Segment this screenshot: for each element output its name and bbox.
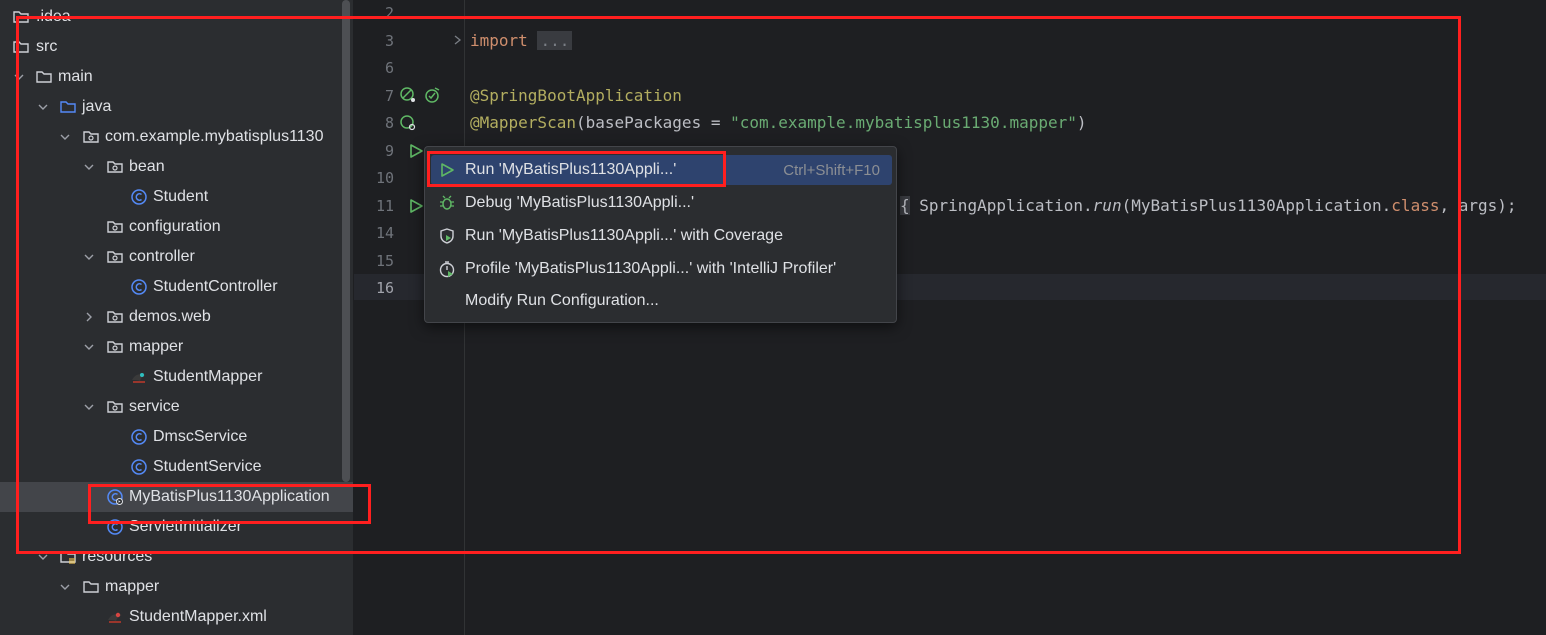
chevron-down-icon[interactable] [36,100,50,114]
folder-icon [12,38,30,56]
tree-item-root-package[interactable]: com.example.mybatisplus1130 [0,122,342,152]
tree-item-dmsc-service[interactable]: DmscService [0,422,342,452]
folder-icon [12,8,30,26]
code-line-11[interactable]: { SpringApplication.run(MyBatisPlus1130A… [900,196,1517,215]
tree-item-controller[interactable]: controller [0,242,342,272]
mybatis-xml-icon [106,608,124,626]
code-line-3[interactable]: import ... [470,31,573,50]
mybatis-mapper-icon [130,368,148,386]
chevron-down-icon[interactable] [82,250,96,264]
mapper-scan-icon[interactable] [398,113,418,133]
spring-config-icon[interactable] [422,85,442,105]
run-icon [437,160,457,180]
line-number: 2 [384,4,394,22]
profiler-icon [437,259,457,279]
run-gutter-icon[interactable] [406,196,426,216]
tree-item-student[interactable]: Student [0,182,342,212]
run-context-menu[interactable]: Run 'MyBatisPlus1130Appli...' Ctrl+Shift… [424,146,897,323]
tree-item-configuration[interactable]: configuration [0,212,342,242]
tree-item-student-controller[interactable]: StudentController [0,272,342,302]
tree-item-mapper-package[interactable]: mapper [0,332,342,362]
chevron-down-icon[interactable] [58,130,72,144]
spring-boot-class-icon [106,488,124,506]
spring-bean-icon[interactable] [398,85,418,105]
class-icon [130,188,148,206]
package-icon [106,398,124,416]
package-icon [106,158,124,176]
package-icon [106,218,124,236]
tree-item-src[interactable]: src [0,32,342,62]
code-line-8[interactable]: @MapperScan(basePackages = "com.example.… [470,113,1087,132]
chevron-down-icon[interactable] [12,70,26,84]
line-number: 3 [384,32,394,50]
run-gutter-icon[interactable] [406,141,426,161]
line-number: 8 [384,114,394,132]
menu-item-run[interactable]: Run 'MyBatisPlus1130Appli...' Ctrl+Shift… [431,155,892,185]
tree-item-student-mapper-xml[interactable]: StudentMapper.xml [0,602,342,632]
class-icon [130,428,148,446]
line-number: 16 [375,279,394,297]
tree-item-java[interactable]: java [0,92,342,122]
folded-imports[interactable]: ... [537,31,573,50]
class-icon [130,458,148,476]
tree-scrollbar[interactable] [342,0,350,482]
chevron-down-icon[interactable] [82,160,96,174]
project-tree[interactable]: .idea src main java com.example.mybatisp… [0,0,354,635]
tree-item-idea[interactable]: .idea [0,2,342,32]
package-icon [106,338,124,356]
tree-item-servlet-initializer[interactable]: ServletInitializer [0,512,342,542]
folder-icon [82,578,100,596]
chevron-right-icon[interactable] [82,310,96,324]
tree-item-mapper-folder[interactable]: mapper [0,572,342,602]
resources-folder-icon [59,548,77,566]
menu-item-coverage[interactable]: Run 'MyBatisPlus1130Appli...' with Cover… [431,221,892,251]
fold-expand-icon[interactable] [452,32,464,48]
source-folder-icon [59,98,77,116]
package-icon [82,128,100,146]
menu-item-debug[interactable]: Debug 'MyBatisPlus1130Appli...' [431,188,892,218]
tree-item-student-service[interactable]: StudentService [0,452,342,482]
folder-icon [35,68,53,86]
line-number: 14 [375,224,394,242]
package-icon [106,308,124,326]
chevron-down-icon[interactable] [36,550,50,564]
tree-item-demos-web[interactable]: demos.web [0,302,342,332]
chevron-down-icon[interactable] [58,580,72,594]
class-icon [130,278,148,296]
shortcut-label: Ctrl+Shift+F10 [783,161,880,179]
coverage-icon [437,226,457,246]
debug-icon [437,193,457,213]
package-icon [106,248,124,266]
tree-item-resources[interactable]: resources [0,542,342,572]
menu-item-profile[interactable]: Profile 'MyBatisPlus1130Appli...' with '… [431,254,892,284]
tree-item-application[interactable]: MyBatisPlus1130Application [0,482,354,512]
tree-item-main[interactable]: main [0,62,342,92]
line-number: 11 [375,197,394,215]
tree-item-service[interactable]: service [0,392,342,422]
code-line-7[interactable]: @SpringBootApplication [470,86,682,105]
line-number: 10 [375,169,394,187]
line-number: 9 [384,142,394,160]
tree-item-student-mapper[interactable]: StudentMapper [0,362,342,392]
line-number: 15 [375,252,394,270]
chevron-down-icon[interactable] [82,400,96,414]
tree-item-bean[interactable]: bean [0,152,342,182]
class-icon [106,518,124,536]
chevron-down-icon[interactable] [82,340,96,354]
menu-item-modify-config[interactable]: Modify Run Configuration... [431,286,892,316]
line-number: 6 [384,59,394,77]
line-number: 7 [384,87,394,105]
